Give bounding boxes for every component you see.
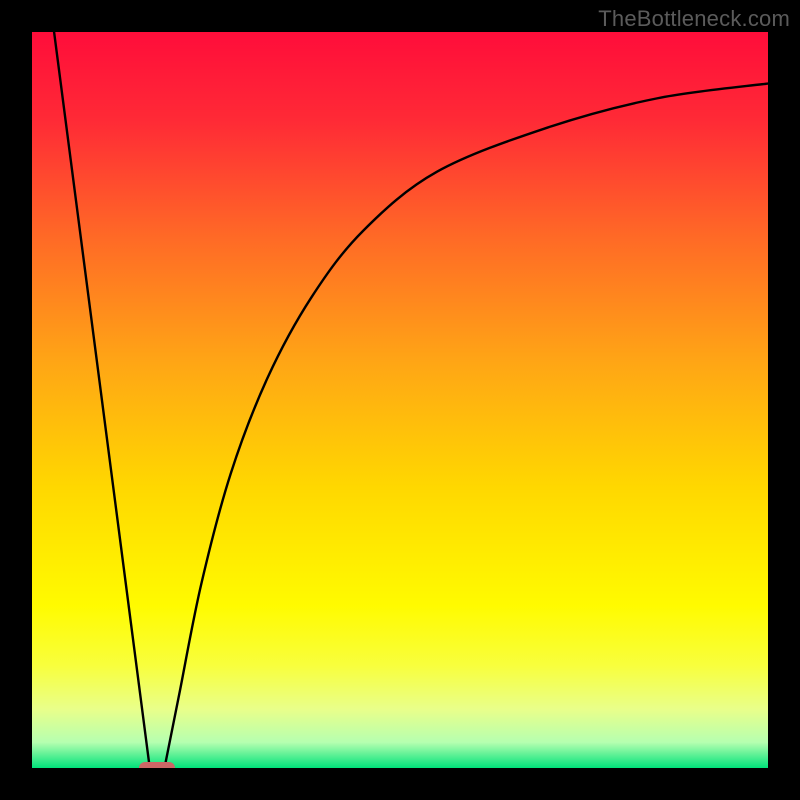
right-branch-line xyxy=(164,84,768,768)
bottleneck-marker xyxy=(139,762,175,768)
watermark-text: TheBottleneck.com xyxy=(598,6,790,32)
curve-layer xyxy=(32,32,768,768)
left-branch-line xyxy=(54,32,150,768)
plot-area xyxy=(32,32,768,768)
chart-frame: TheBottleneck.com xyxy=(0,0,800,800)
